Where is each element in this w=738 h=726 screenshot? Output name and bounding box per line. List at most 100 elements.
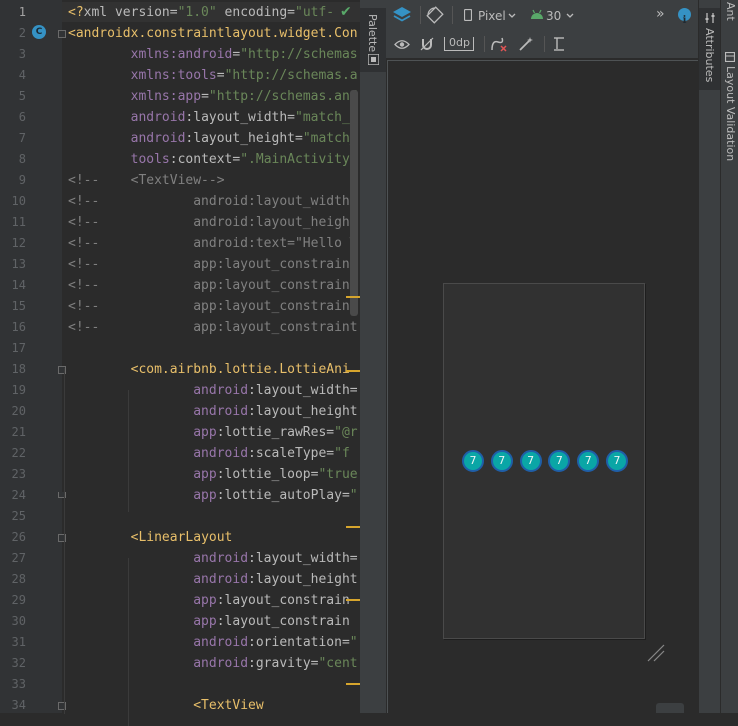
info-icon[interactable]: i bbox=[678, 8, 691, 26]
xml-code-editor[interactable]: <?xml version="1.0" encoding="utf- <andro… bbox=[62, 0, 360, 713]
class-marker-icon[interactable]: C bbox=[32, 25, 46, 39]
code-line[interactable]: tools:context=".MainActivity" bbox=[68, 149, 358, 170]
code-line[interactable]: <!-- android:layout_height bbox=[68, 212, 358, 233]
lottie-badge[interactable]: 7 bbox=[462, 450, 484, 472]
code-line[interactable]: <!-- android:text="Hello W bbox=[68, 233, 358, 254]
code-line[interactable]: <!-- app:layout_constraint bbox=[68, 275, 358, 296]
code-token: <LinearLayout bbox=[130, 530, 233, 545]
code-line[interactable]: <!-- app:layout_constrain bbox=[68, 296, 350, 317]
editor-scrollbar-thumb[interactable] bbox=[350, 90, 358, 316]
code-token: :context= bbox=[169, 152, 241, 167]
code-line[interactable]: android:layout_width= bbox=[68, 380, 357, 401]
guidelines-icon[interactable] bbox=[552, 36, 566, 52]
code-line[interactable]: <!-- <TextView--> bbox=[68, 170, 225, 191]
warning-marker[interactable] bbox=[346, 683, 360, 685]
line-number: 13 bbox=[11, 257, 26, 271]
lottie-badge[interactable]: 7 bbox=[606, 450, 628, 472]
code-token: xmlns: bbox=[130, 47, 178, 62]
code-token: "http://schemas.a bbox=[224, 68, 358, 83]
line-number: 31 bbox=[11, 635, 26, 649]
code-token: android bbox=[193, 551, 249, 566]
code-line[interactable]: <androidx.constraintlayout.widget.Con bbox=[68, 23, 358, 44]
code-token: android bbox=[130, 110, 186, 125]
code-line[interactable]: <LinearLayout bbox=[68, 527, 233, 548]
api-chevron-down-icon[interactable] bbox=[566, 13, 574, 19]
code-token: :orientation= bbox=[248, 635, 350, 650]
warning-marker[interactable] bbox=[346, 526, 360, 528]
resize-handle-icon[interactable] bbox=[646, 643, 666, 663]
code-line[interactable]: app:lottie_autoPlay=" bbox=[68, 485, 357, 506]
code-line[interactable]: android:layout_width="match_p bbox=[68, 107, 358, 128]
device-selector[interactable]: Pixel bbox=[478, 9, 506, 23]
autoconnect-magnet-icon[interactable] bbox=[420, 37, 434, 51]
code-line[interactable]: app:layout_constrain bbox=[68, 590, 350, 611]
code-token: android bbox=[177, 47, 233, 62]
palette-icon[interactable] bbox=[368, 54, 379, 65]
device-phone-icon[interactable] bbox=[464, 9, 472, 21]
code-line[interactable]: app:layout_constrain bbox=[68, 611, 350, 632]
warning-marker[interactable] bbox=[346, 599, 360, 601]
attributes-tab[interactable]: Attributes bbox=[699, 8, 721, 90]
code-line[interactable]: <?xml version="1.0" encoding="utf- bbox=[68, 2, 334, 23]
code-line[interactable]: xmlns:app="http://schemas.and bbox=[68, 86, 358, 107]
code-line[interactable]: android:layout_width= bbox=[68, 548, 357, 569]
orientation-rotate-icon[interactable] bbox=[426, 6, 444, 24]
code-line[interactable]: android:scaleType="f bbox=[68, 443, 350, 464]
code-line[interactable]: <!-- android:layout_width= bbox=[68, 191, 358, 212]
code-token: <androidx.constraintlayout.widget.Con bbox=[68, 26, 358, 41]
code-token: :scaleType= bbox=[248, 446, 335, 461]
code-line[interactable]: <com.airbnb.lottie.LottieAni bbox=[68, 359, 350, 380]
code-token: :layout_width= bbox=[185, 110, 295, 125]
line-number: 28 bbox=[11, 572, 26, 586]
warning-marker[interactable] bbox=[346, 296, 360, 298]
code-line[interactable]: app:lottie_rawRes="@r bbox=[68, 422, 357, 443]
lottie-badge[interactable]: 7 bbox=[519, 450, 542, 472]
code-token: "1.0" bbox=[177, 5, 217, 20]
api-level-selector[interactable]: 30 bbox=[546, 9, 561, 23]
code-line[interactable]: <TextView bbox=[68, 695, 263, 713]
android-api-icon[interactable] bbox=[530, 9, 544, 20]
toolbar-overflow-icon[interactable]: » bbox=[656, 6, 665, 22]
lottie-badge[interactable]: 7 bbox=[490, 450, 513, 472]
code-token: "cent bbox=[318, 656, 358, 671]
code-line[interactable]: app:lottie_loop="true bbox=[68, 464, 357, 485]
clear-constraints-icon[interactable] bbox=[490, 36, 508, 52]
code-line[interactable]: android:orientation=" bbox=[68, 632, 357, 653]
layout-validation-tab[interactable]: Layout Validation bbox=[724, 66, 737, 161]
line-number: 5 bbox=[18, 89, 26, 103]
code-token: xmlns: bbox=[130, 68, 178, 83]
zoom-control[interactable] bbox=[656, 703, 684, 713]
device-chevron-down-icon[interactable] bbox=[508, 13, 516, 19]
line-number: 24 bbox=[11, 488, 26, 502]
code-line[interactable]: android:layout_height="match_ bbox=[68, 128, 358, 149]
code-line[interactable]: xmlns:tools="http://schemas.a bbox=[68, 65, 358, 86]
view-options-eye-icon[interactable] bbox=[394, 39, 410, 50]
infer-constraints-wand-icon[interactable] bbox=[518, 36, 534, 52]
code-token: = bbox=[216, 68, 225, 83]
ant-tab[interactable]: Ant bbox=[724, 2, 737, 21]
line-number: 20 bbox=[11, 404, 26, 418]
code-line[interactable]: android:layout_height bbox=[68, 401, 357, 422]
line-number: 16 bbox=[11, 320, 26, 334]
code-line[interactable]: android:gravity="cent bbox=[68, 653, 358, 674]
no-problems-check-icon[interactable]: ✔ bbox=[340, 4, 352, 20]
layout-validation-icon[interactable] bbox=[725, 52, 735, 62]
code-line[interactable]: xmlns:android="http://schemas bbox=[68, 44, 358, 65]
code-line[interactable]: <!-- app:layout_constraint bbox=[68, 317, 358, 338]
line-number: 9 bbox=[18, 173, 26, 187]
fold-marker-icon[interactable] bbox=[58, 30, 66, 38]
code-line[interactable]: <!-- app:layout_constraint bbox=[68, 254, 358, 275]
indent-guide bbox=[64, 368, 65, 714]
code-token: :lottie_autoPlay= bbox=[216, 488, 350, 503]
design-surface-layers-icon[interactable] bbox=[392, 6, 412, 24]
warning-marker[interactable] bbox=[346, 370, 360, 372]
code-line[interactable]: android:layout_height bbox=[68, 569, 357, 590]
line-number: 22 bbox=[11, 446, 26, 460]
default-margin-box[interactable]: 0dp bbox=[444, 36, 474, 51]
